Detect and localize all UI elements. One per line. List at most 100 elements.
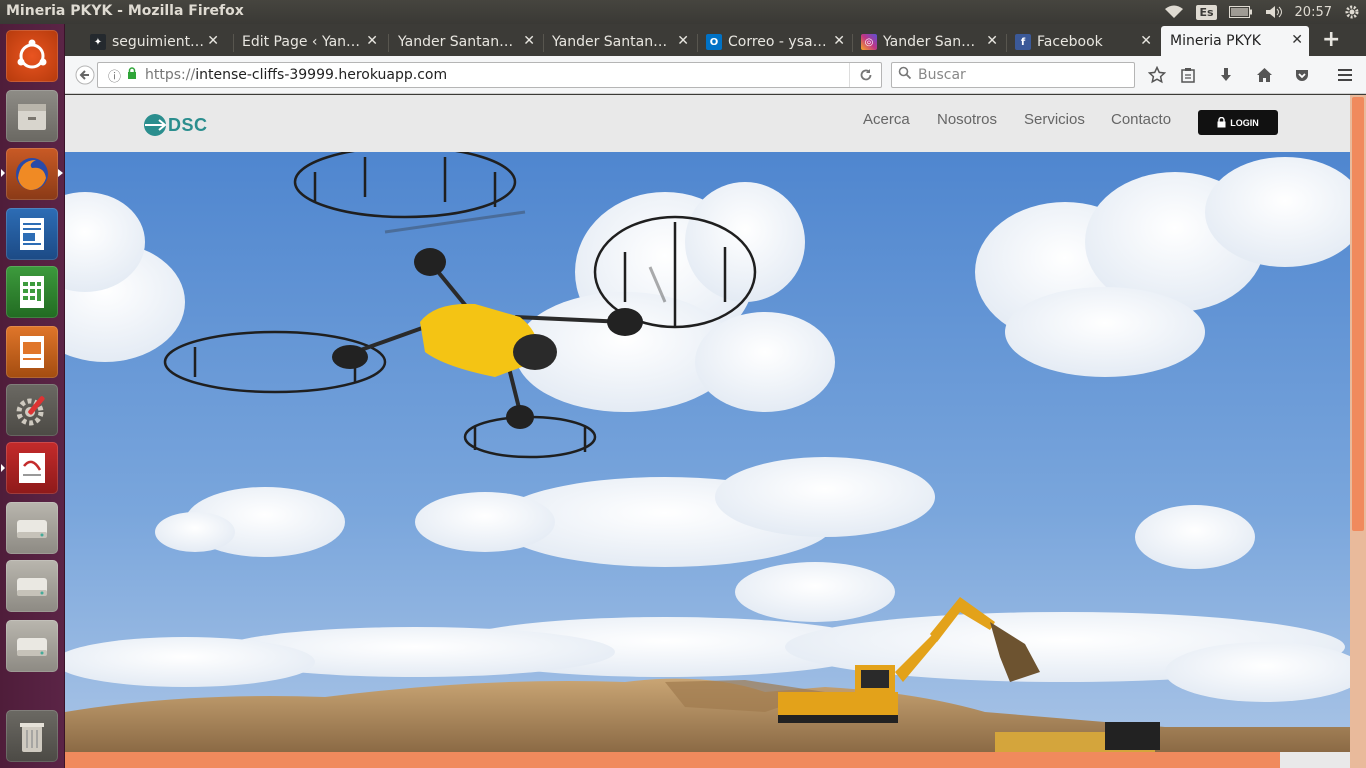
tab[interactable]: Yander Santan… ✕ bbox=[391, 28, 541, 56]
system-settings-icon[interactable] bbox=[6, 384, 58, 436]
tab[interactable]: Yander Santan… ✕ bbox=[545, 28, 695, 56]
home-icon bbox=[1256, 68, 1272, 82]
login-button[interactable]: LOGIN bbox=[1198, 110, 1278, 135]
close-tab-icon[interactable]: ✕ bbox=[833, 33, 845, 49]
tab-separator bbox=[1006, 34, 1007, 52]
login-label: LOGIN bbox=[1230, 117, 1259, 128]
navigation-toolbar: ⓘ https://intense-cliffs-39999.herokuapp… bbox=[65, 56, 1366, 94]
close-tab-icon[interactable]: ✕ bbox=[207, 33, 219, 49]
download-arrow-icon bbox=[1221, 68, 1231, 81]
tab-label: Edit Page ‹ Yan… bbox=[242, 34, 361, 50]
close-tab-icon[interactable]: ✕ bbox=[1140, 33, 1152, 49]
page-viewport: DSC Acerca Nosotros Servicios Contacto L… bbox=[65, 95, 1366, 768]
tab-separator bbox=[852, 34, 853, 52]
tab-label: Mineria PKYK bbox=[1170, 33, 1261, 49]
nav-link-nosotros[interactable]: Nosotros bbox=[937, 111, 997, 128]
battery-icon[interactable] bbox=[1228, 6, 1253, 18]
back-button[interactable] bbox=[73, 62, 97, 88]
pocket-button[interactable] bbox=[1291, 62, 1313, 88]
reload-icon bbox=[860, 69, 871, 81]
close-tab-icon[interactable]: ✕ bbox=[1291, 32, 1303, 48]
tab-separator bbox=[388, 34, 389, 52]
search-placeholder: Buscar bbox=[918, 67, 966, 83]
accent-footer-bar bbox=[65, 752, 1350, 768]
running-indicator bbox=[58, 169, 63, 177]
close-tab-icon[interactable]: ✕ bbox=[523, 33, 535, 49]
url-bar[interactable]: ⓘ https://intense-cliffs-39999.herokuapp… bbox=[97, 62, 882, 88]
firefox-icon[interactable] bbox=[6, 148, 58, 200]
search-icon bbox=[898, 66, 912, 84]
impress-icon[interactable] bbox=[6, 326, 58, 378]
wifi-icon[interactable] bbox=[1164, 5, 1184, 19]
drive-icon[interactable] bbox=[6, 502, 58, 554]
drive-icon[interactable] bbox=[6, 620, 58, 672]
url-text[interactable]: https://intense-cliffs-39999.herokuapp.c… bbox=[145, 67, 447, 83]
clipboard-icon bbox=[1181, 68, 1195, 83]
tab-separator bbox=[543, 34, 544, 52]
trash-icon[interactable] bbox=[6, 710, 58, 762]
tab-label: Yander Santan… bbox=[552, 34, 668, 50]
facebook-icon: f bbox=[1015, 34, 1031, 50]
volume-icon[interactable] bbox=[1265, 5, 1283, 19]
hero-image bbox=[65, 152, 1350, 752]
writer-icon[interactable] bbox=[6, 208, 58, 260]
document-viewer-icon[interactable] bbox=[6, 442, 58, 494]
tab-label: Correo - ysa… bbox=[728, 34, 827, 50]
new-tab-button[interactable]: + bbox=[1322, 27, 1340, 52]
tab-label: Yander Santan… bbox=[398, 34, 514, 50]
nav-link-servicios[interactable]: Servicios bbox=[1024, 111, 1085, 128]
url-host: intense-cliffs-39999.herokuapp.com bbox=[195, 67, 448, 83]
github-icon: ✦ bbox=[90, 34, 106, 50]
system-tray: Es 20:57 bbox=[1164, 0, 1360, 24]
nav-link-contacto[interactable]: Contacto bbox=[1111, 111, 1171, 128]
reload-button[interactable] bbox=[849, 63, 881, 87]
scrollbar-thumb[interactable] bbox=[1352, 97, 1364, 531]
calc-icon[interactable] bbox=[6, 266, 58, 318]
tab-label: Facebook bbox=[1037, 34, 1103, 50]
lock-icon bbox=[1217, 117, 1226, 128]
outlook-icon: O bbox=[706, 34, 722, 50]
back-arrow-icon bbox=[75, 65, 95, 85]
running-indicator bbox=[1, 464, 5, 472]
drive-icon[interactable] bbox=[6, 560, 58, 612]
keyboard-layout-indicator[interactable]: Es bbox=[1196, 4, 1217, 20]
bookmark-star-button[interactable] bbox=[1146, 62, 1168, 88]
ubuntu-dash-icon[interactable] bbox=[6, 30, 58, 82]
settings-gear-icon[interactable] bbox=[1344, 4, 1360, 20]
tab[interactable]: Edit Page ‹ Yan… ✕ bbox=[236, 28, 384, 56]
star-icon bbox=[1148, 66, 1166, 84]
instagram-icon: ◎ bbox=[861, 34, 877, 50]
close-tab-icon[interactable]: ✕ bbox=[677, 33, 689, 49]
tab[interactable]: O Correo - ysa… ✕ bbox=[699, 28, 851, 56]
tab-separator bbox=[233, 34, 234, 52]
info-icon[interactable]: ⓘ bbox=[108, 66, 121, 85]
pocket-icon bbox=[1296, 70, 1308, 81]
home-button[interactable] bbox=[1253, 62, 1275, 88]
site-logo[interactable]: DSC bbox=[142, 112, 208, 138]
files-icon[interactable] bbox=[6, 90, 58, 142]
tab[interactable]: ◎ Yander San… ✕ bbox=[854, 28, 1004, 56]
active-indicator bbox=[1, 169, 5, 177]
reading-list-button[interactable] bbox=[1177, 62, 1199, 88]
tab[interactable]: f Facebook ✕ bbox=[1008, 28, 1158, 56]
logo-text: DSC bbox=[168, 114, 208, 135]
menu-button[interactable] bbox=[1334, 62, 1356, 88]
tab-strip: ✦ seguimient… ✕ Edit Page ‹ Yan… ✕ Yande… bbox=[65, 24, 1366, 56]
unity-launcher bbox=[0, 24, 65, 768]
tab-label: seguimient… bbox=[112, 34, 205, 50]
search-input[interactable]: Buscar bbox=[891, 62, 1135, 88]
top-panel: Mineria PKYK - Mozilla Firefox Es 20:57 bbox=[0, 0, 1366, 24]
lock-icon[interactable] bbox=[127, 67, 137, 83]
close-tab-icon[interactable]: ✕ bbox=[986, 33, 998, 49]
clock[interactable]: 20:57 bbox=[1295, 5, 1332, 20]
tab-separator bbox=[697, 34, 698, 52]
downloads-button[interactable] bbox=[1215, 62, 1237, 88]
nav-link-acerca[interactable]: Acerca bbox=[863, 111, 910, 128]
tab[interactable]: ✦ seguimient… ✕ bbox=[83, 28, 225, 56]
site-header: DSC Acerca Nosotros Servicios Contacto L… bbox=[65, 95, 1350, 152]
hamburger-menu-icon bbox=[1338, 69, 1352, 81]
tab-active[interactable]: Mineria PKYK ✕ bbox=[1161, 26, 1309, 56]
close-tab-icon[interactable]: ✕ bbox=[366, 33, 378, 49]
url-scheme: https:// bbox=[145, 67, 196, 83]
window-title: Mineria PKYK - Mozilla Firefox bbox=[6, 3, 244, 19]
